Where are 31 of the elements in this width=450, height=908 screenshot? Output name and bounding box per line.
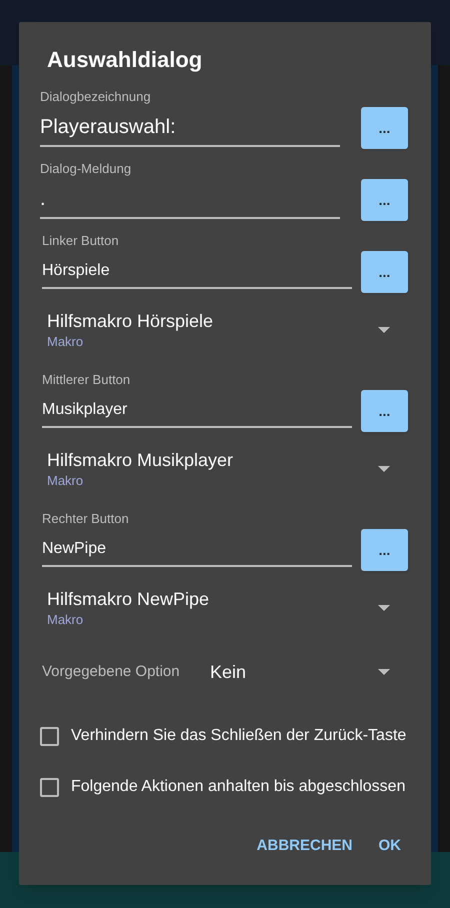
- ok-button[interactable]: OK: [376, 828, 403, 864]
- field-label: Rechter Button: [42, 510, 129, 528]
- field-label: Mittlerer Button: [42, 371, 130, 389]
- cancel-button[interactable]: ABBRECHEN: [254, 828, 354, 864]
- input-field[interactable]: Hörspiele: [42, 255, 352, 289]
- browse-button[interactable]: ...: [361, 107, 408, 149]
- browse-button[interactable]: ...: [361, 179, 408, 221]
- field-label: Linker Button: [42, 232, 119, 250]
- checkbox-label: Folgende Aktionen anhalten bis abgeschlossen: [71, 777, 406, 797]
- field-label: Dialogbezeichnung: [40, 88, 151, 106]
- browse-button[interactable]: ...: [361, 251, 408, 293]
- macro-dropdown[interactable]: Hilfsmakro NewPipe Makro: [19, 572, 431, 649]
- dropdown-caret-icon: [378, 466, 390, 472]
- dropdown-caret-icon: [378, 669, 390, 675]
- macro-dropdown[interactable]: Hilfsmakro Hörspiele Makro: [19, 294, 431, 371]
- input-field[interactable]: NewPipe: [42, 533, 352, 567]
- browse-button[interactable]: ...: [361, 529, 408, 571]
- checkbox[interactable]: [40, 726, 59, 746]
- input-field[interactable]: Playerauswahl:: [40, 109, 340, 147]
- option-dropdown[interactable]: Kein: [210, 652, 390, 692]
- browse-button[interactable]: ...: [361, 390, 408, 432]
- checkbox-label: Verhindern Sie das Schließen der Zurück-Taste: [71, 726, 406, 746]
- field-label: Dialog-Meldung: [40, 160, 132, 178]
- option-label: Vorgegebene Option: [42, 662, 181, 682]
- macro-dropdown[interactable]: Hilfsmakro Musikplayer Makro: [19, 433, 431, 510]
- dialog-title: Auswahldialog: [47, 46, 202, 74]
- dropdown-caret-icon: [378, 604, 390, 610]
- input-field[interactable]: .: [40, 181, 340, 219]
- checkbox[interactable]: [40, 778, 59, 796]
- input-field[interactable]: Musikplayer: [42, 394, 352, 428]
- dropdown-caret-icon: [378, 326, 390, 332]
